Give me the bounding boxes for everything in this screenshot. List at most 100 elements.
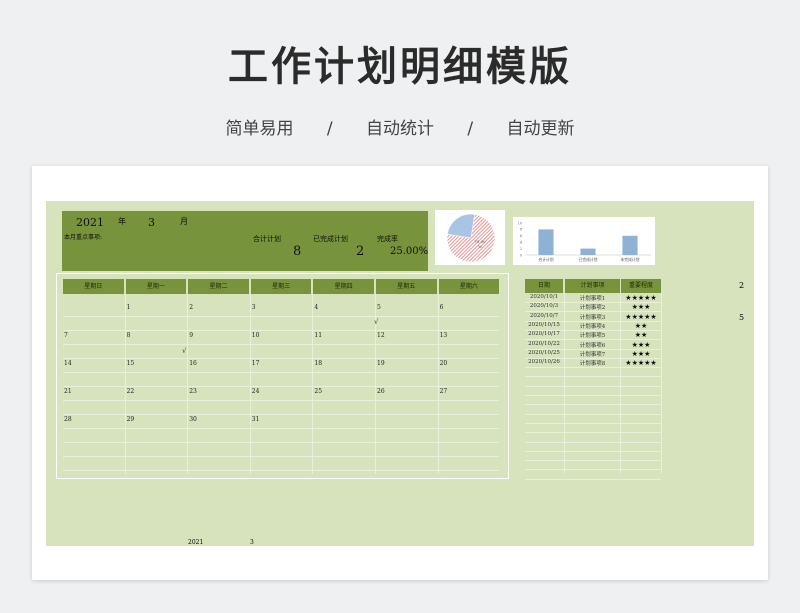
calendar-day[interactable]: 10 (252, 332, 260, 339)
grid-line (525, 404, 661, 406)
calendar-day[interactable]: 7 (64, 332, 68, 339)
calendar-day[interactable]: 6 (440, 304, 444, 311)
weekday-header: 星期五 (376, 279, 437, 294)
plan-date[interactable]: 2020/10/25 (525, 350, 563, 356)
plan-item[interactable]: 计划事项2 (565, 303, 620, 311)
plan-date[interactable]: 2020/10/1 (525, 294, 563, 300)
calendar-day[interactable]: 3 (252, 304, 256, 311)
plan-item[interactable]: 计划事项5 (565, 331, 620, 339)
plan-date[interactable]: 2020/10/17 (525, 331, 563, 337)
grid-line (63, 358, 500, 359)
plan-item[interactable]: 计划事项6 (565, 341, 620, 349)
plan-item[interactable]: 计划事项4 (565, 322, 620, 330)
weekday-header: 星期四 (313, 279, 374, 294)
calendar-day[interactable]: 26 (377, 388, 385, 395)
calendar-day[interactable]: 11 (314, 332, 322, 339)
done-checkmark: √ (374, 318, 379, 326)
calendar-day[interactable]: 16 (189, 360, 197, 367)
calendar-day[interactable]: 9 (189, 332, 193, 339)
grid-line (63, 386, 500, 387)
year-value: 2021 (76, 216, 104, 229)
y-tick-label: 10 (518, 221, 522, 225)
grid-line (63, 470, 500, 471)
weekday-header: 星期一 (125, 279, 187, 294)
done-value: 2 (356, 244, 365, 259)
importance-stars[interactable]: ★★★★★ (621, 313, 661, 321)
done-label: 已完成计划 (313, 235, 348, 243)
y-tick-label: 6 (520, 234, 522, 238)
calendar-day[interactable]: 17 (252, 360, 260, 367)
weekday-header: 星期三 (250, 279, 312, 294)
month-unit: 月 (180, 217, 188, 226)
grid-line (525, 367, 661, 369)
calendar-day[interactable]: 25 (314, 388, 322, 395)
plan-date[interactable]: 2020/10/15 (525, 322, 563, 328)
grid-line (525, 413, 661, 415)
calendar-day[interactable]: 30 (189, 416, 197, 423)
preview-card: 2021 年 3 月 本月重点事项: 合计计划 8 已完成计划 2 完成率 25… (32, 166, 768, 580)
calendar-day[interactable]: 23 (189, 388, 197, 395)
y-tick-label: 8 (520, 228, 522, 232)
plan-date[interactable]: 2020/10/22 (525, 341, 563, 347)
calendar-day[interactable]: 29 (127, 416, 135, 423)
grid-line (187, 294, 189, 474)
grid-line (661, 293, 662, 473)
calendar-day[interactable]: 12 (377, 332, 385, 339)
grid-line (63, 414, 500, 415)
importance-stars[interactable]: ★★★★★ (621, 359, 661, 367)
calendar-day[interactable]: 14 (64, 360, 72, 367)
importance-stars[interactable]: ★★★★★ (621, 294, 661, 302)
grid-line (525, 469, 661, 471)
importance-stars[interactable]: ★★★ (621, 303, 661, 311)
weekday-header: 星期日 (63, 279, 124, 294)
calendar-day[interactable]: 2 (189, 304, 193, 311)
pie-chart-box: 75.00 % (435, 210, 505, 265)
rate-value: 25.00% (390, 246, 429, 257)
bar (622, 235, 638, 255)
plan-date[interactable]: 2020/10/26 (525, 359, 563, 365)
calendar-day[interactable]: 31 (252, 416, 260, 423)
plan-date[interactable]: 2020/10/3 (525, 303, 563, 309)
plan-table-header: 日期 (525, 279, 563, 293)
plan-item[interactable]: 计划事项7 (565, 350, 620, 358)
calendar-day[interactable]: 4 (314, 304, 318, 311)
plan-item[interactable]: 计划事项3 (565, 313, 620, 321)
plan-item[interactable]: 计划事项8 (565, 359, 620, 367)
grid-line (63, 400, 500, 401)
calendar-day[interactable]: 24 (252, 388, 260, 395)
calendar-day[interactable]: 20 (440, 360, 448, 367)
tag-easy: 简单易用 (225, 119, 294, 139)
importance-stars[interactable]: ★★ (621, 322, 661, 330)
calendar-day[interactable]: 13 (440, 332, 448, 339)
spreadsheet: 2021 年 3 月 本月重点事项: 合计计划 8 已完成计划 2 完成率 25… (46, 201, 754, 546)
grid-line (525, 395, 661, 396)
calendar-day[interactable]: 5 (377, 304, 381, 311)
calendar-day[interactable]: 22 (127, 388, 135, 395)
pie-chart: 75.00 % (446, 213, 496, 263)
importance-stars[interactable]: ★★★ (621, 341, 661, 349)
grid-line (63, 330, 500, 331)
plan-date[interactable]: 2020/10/7 (525, 313, 563, 319)
calendar-day[interactable]: 27 (440, 388, 448, 395)
y-tick-label: 2 (520, 247, 522, 251)
grid-line (63, 428, 500, 429)
grid-line (525, 385, 661, 387)
grid-line (63, 442, 500, 443)
calendar-day[interactable]: 19 (377, 360, 385, 367)
importance-stars[interactable]: ★★ (621, 331, 661, 339)
calendar-day[interactable]: 18 (314, 360, 322, 367)
year-unit: 年 (118, 217, 126, 226)
calendar-day[interactable]: 8 (127, 332, 131, 339)
grid-line (525, 422, 661, 424)
note-label: 本月重点事项: (64, 234, 103, 241)
importance-stars[interactable]: ★★★ (621, 350, 661, 358)
calendar-day[interactable]: 1 (127, 304, 131, 311)
calendar-day[interactable]: 15 (127, 360, 135, 367)
calendar-day[interactable]: 28 (64, 416, 72, 423)
footer-year: 2021 (188, 539, 204, 546)
calendar-day[interactable]: 21 (64, 388, 72, 395)
plan-item[interactable]: 计划事项1 (565, 294, 620, 302)
pie-slice (447, 213, 476, 239)
grid-line (312, 294, 314, 474)
bar (538, 229, 554, 255)
